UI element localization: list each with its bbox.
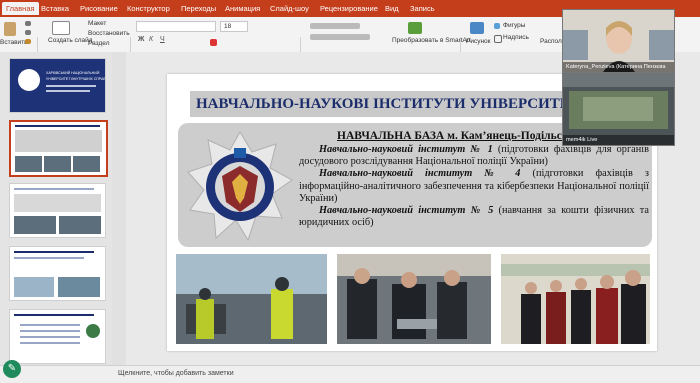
emblem-icon — [86, 324, 100, 338]
edit-icon[interactable]: ✎ — [3, 360, 21, 378]
bold-button[interactable]: Ж — [138, 36, 144, 43]
institute-1-title: Навчально-науковий інститут № 1 — [319, 144, 493, 155]
base-title[interactable]: НАВЧАЛЬНА БАЗА м. Кам’янець-Подільський — [337, 130, 588, 142]
thumbnail-text — [20, 324, 80, 326]
font-size-field[interactable]: 18 — [220, 21, 248, 32]
tab-animations[interactable]: Анимация — [225, 4, 260, 13]
thumbnail-text — [14, 251, 94, 253]
photo-police-drill[interactable] — [176, 254, 327, 344]
notes-pane[interactable]: Щелкните, чтобы добавить заметки — [0, 365, 700, 383]
institute-1-paragraph: Навчально-науковий інститут № 1 (підгото… — [299, 144, 649, 168]
thumbnail-text — [14, 314, 94, 316]
format-painter-icon[interactable] — [25, 39, 31, 44]
thumbnail-text — [20, 330, 80, 332]
slide-thumbnail-5[interactable] — [9, 309, 106, 364]
participant-name: Kateryna_Penzieva (Катерина Пензєва — [563, 62, 674, 72]
font-color-icon[interactable] — [210, 39, 217, 46]
photo-computer-class[interactable] — [337, 254, 491, 344]
layout-button[interactable]: Макет — [88, 20, 106, 27]
tab-record[interactable]: Запись — [410, 4, 435, 13]
institute-5-title: Навчально-науковий інститут № 5 — [319, 205, 494, 217]
font-name-field[interactable] — [136, 21, 216, 32]
tab-slideshow[interactable]: Слайд-шоу — [270, 4, 309, 13]
thumbnail-text — [46, 90, 90, 92]
thumbnail-text — [15, 125, 100, 127]
institute-4-paragraph: Навчально-науковий інститут № 4 (підгото… — [299, 168, 649, 205]
tab-review[interactable]: Рецензирование — [320, 4, 378, 13]
paste-label[interactable]: Вставить — [0, 39, 28, 46]
copy-icon[interactable] — [25, 30, 31, 35]
italic-button[interactable]: К — [149, 36, 153, 43]
video-tile-1[interactable]: Kateryna_Penzieva (Катерина Пензєва — [562, 9, 675, 73]
video-tile-2[interactable]: mem4ik Live — [562, 72, 675, 146]
underline-button[interactable]: Ч — [160, 36, 165, 43]
thumbnail-photo — [58, 277, 100, 297]
slide-thumbnail-3[interactable] — [9, 183, 106, 238]
splitter[interactable] — [112, 52, 126, 365]
thumbnail-photo — [14, 216, 56, 234]
emblem-icon — [18, 69, 40, 91]
cut-icon[interactable] — [25, 21, 31, 26]
slide-thumbnail-4[interactable] — [9, 246, 106, 301]
picture-icon[interactable] — [470, 22, 484, 34]
thumbnail-text — [14, 188, 94, 190]
picture-button[interactable]: Рисунок — [466, 38, 491, 45]
participant-name: mem4ik Live — [563, 135, 674, 145]
thumbnail-title-line: УНІВЕРСИТЕТ ВНУТРІШНІХ СПРАВ — [46, 77, 106, 81]
section-button[interactable]: Раздел — [88, 40, 109, 47]
thumbnail-text — [14, 257, 84, 259]
slide-thumbnail-1[interactable]: ХАРКІВСЬКИЙ НАЦІОНАЛЬНИЙ УНІВЕРСИТЕТ ВНУ… — [9, 58, 106, 113]
thumbnail-photo — [44, 156, 71, 172]
slide-thumbnail-2[interactable] — [9, 120, 108, 177]
thumbnail-title-line: ХАРКІВСЬКИЙ НАЦІОНАЛЬНИЙ — [46, 71, 100, 75]
tab-insert[interactable]: Вставка — [41, 4, 69, 13]
new-slide-icon[interactable] — [52, 21, 70, 35]
institutes-text[interactable]: Навчально-науковий інститут № 1 (підгото… — [299, 144, 649, 229]
thumbnail-photo — [59, 216, 101, 234]
new-slide-label[interactable]: Создать слайд — [48, 37, 93, 44]
thumbnail-photo — [15, 156, 42, 172]
thumbnail-text-box — [15, 130, 102, 152]
font-size-value: 18 — [224, 23, 232, 30]
thumbnail-text — [46, 85, 96, 87]
thumbnail-text-box — [14, 194, 101, 212]
notes-placeholder[interactable]: Щелкните, чтобы добавить заметки — [118, 370, 234, 377]
tab-draw[interactable]: Рисование — [80, 4, 118, 13]
paste-icon[interactable] — [4, 22, 16, 36]
shapes-button[interactable]: Фигуры — [503, 22, 525, 29]
institute-4-title: Навчально-науковий інститут № 4 — [319, 168, 521, 180]
photo-graduation[interactable] — [501, 254, 650, 344]
alignment-icon[interactable] — [310, 34, 370, 40]
textbox-icon[interactable] — [494, 35, 502, 43]
bullets-icon[interactable] — [310, 23, 360, 29]
tab-view[interactable]: Вид — [385, 4, 399, 13]
slide-thumbnail-pane[interactable]: ХАРКІВСЬКИЙ НАЦІОНАЛЬНИЙ УНІВЕРСИТЕТ ВНУ… — [0, 52, 112, 365]
thumbnail-text — [20, 342, 80, 344]
tab-home[interactable]: Главная — [2, 2, 39, 15]
smartart-icon[interactable] — [408, 22, 422, 34]
thumbnail-text — [20, 336, 80, 338]
textbox-button[interactable]: Надпись — [503, 34, 529, 41]
tab-transitions[interactable]: Переходы — [181, 4, 216, 13]
thumbnail-photo — [14, 277, 54, 297]
tab-design[interactable]: Конструктор — [127, 4, 170, 13]
institute-5-paragraph: Навчально-науковий інститут № 5 (навчанн… — [299, 205, 649, 229]
thumbnail-photo — [73, 156, 100, 172]
reset-button[interactable]: Восстановить — [88, 30, 130, 37]
emblem-icon — [186, 130, 294, 243]
shapes-icon[interactable] — [494, 23, 500, 29]
